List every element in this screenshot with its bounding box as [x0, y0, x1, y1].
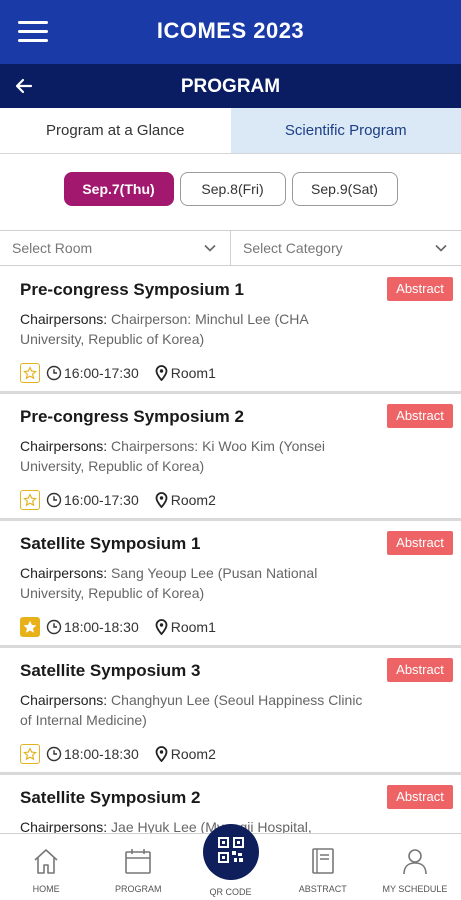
- session-list: Pre-congress Symposium 1 Chairpersons: C…: [0, 267, 461, 833]
- tab-program-at-a-glance[interactable]: Program at a Glance: [0, 108, 231, 153]
- abstract-button[interactable]: Abstract: [387, 277, 453, 301]
- session-chairpersons: Chairpersons: Sang Yeoup Lee (Pusan Nati…: [20, 563, 365, 603]
- chairpersons-label: Chairpersons:: [20, 438, 108, 454]
- session-chairpersons: Chairpersons: Changhyun Lee (Seoul Happi…: [20, 690, 365, 730]
- clock-icon: [46, 365, 62, 381]
- select-category-label: Select Category: [243, 240, 343, 256]
- nav-program-label: PROGRAM: [115, 884, 162, 894]
- qr-code-icon: [217, 837, 244, 863]
- chevron-down-icon: [204, 244, 216, 252]
- nav-home[interactable]: HOME: [0, 834, 92, 900]
- day-button-sep9[interactable]: Sep.9(Sat): [291, 172, 398, 206]
- session-time: 18:00-18:30: [64, 746, 139, 762]
- session-chairpersons: Chairpersons: Chairpersons: Ki Woo Kim (…: [20, 436, 365, 476]
- program-tabs: Program at a Glance Scientific Program: [0, 108, 461, 154]
- session-room: Room2: [170, 492, 216, 508]
- clock-icon: [46, 619, 62, 635]
- qr-code-button[interactable]: [202, 824, 259, 880]
- app-header: ICOMES 2023: [0, 0, 461, 64]
- location-pin-icon: [155, 746, 168, 762]
- session-room: Room1: [170, 619, 216, 635]
- select-room-label: Select Room: [12, 240, 93, 256]
- chairpersons-label: Chairpersons:: [20, 819, 108, 833]
- session-card[interactable]: Satellite Symposium 1 Chairpersons: Sang…: [0, 521, 461, 648]
- session-room: Room1: [170, 365, 216, 381]
- select-room-dropdown[interactable]: Select Room: [0, 231, 230, 265]
- session-time: 16:00-17:30: [64, 492, 139, 508]
- session-meta: 16:00-17:30 Room2: [20, 490, 216, 510]
- nav-abstract-label: ABSTRACT: [298, 884, 347, 894]
- session-chairpersons: Chairpersons: Chairperson: Minchul Lee (…: [20, 309, 365, 349]
- chevron-down-icon: [435, 244, 447, 252]
- day-button-sep7[interactable]: Sep.7(Thu): [63, 172, 174, 206]
- chairpersons-text: Jae Hyuk Lee (Myongji Hospital,: [107, 819, 312, 833]
- session-time: 18:00-18:30: [64, 619, 139, 635]
- session-card[interactable]: Pre-congress Symposium 1 Chairpersons: C…: [0, 267, 461, 394]
- session-title: Pre-congress Symposium 1: [20, 280, 244, 299]
- location-pin-icon: [155, 492, 168, 508]
- chairpersons-label: Chairpersons:: [20, 565, 108, 581]
- select-category-dropdown[interactable]: Select Category: [230, 231, 461, 265]
- chairpersons-label: Chairpersons:: [20, 311, 108, 327]
- location-pin-icon: [155, 619, 168, 635]
- favorite-star-icon[interactable]: [20, 363, 40, 383]
- session-room: Room2: [170, 746, 216, 762]
- session-time: 16:00-17:30: [64, 365, 139, 381]
- nav-qr-code-label: QR CODE: [209, 887, 252, 897]
- abstract-button[interactable]: Abstract: [387, 658, 453, 682]
- calendar-icon: [125, 849, 152, 874]
- abstract-button[interactable]: Abstract: [387, 531, 453, 555]
- session-chairpersons: Chairpersons: Jae Hyuk Lee (Myongji Hosp…: [20, 817, 365, 833]
- chairpersons-label: Chairpersons:: [20, 692, 108, 708]
- page-header: PROGRAM: [0, 64, 461, 108]
- nav-program[interactable]: PROGRAM: [92, 834, 184, 900]
- location-pin-icon: [155, 365, 168, 381]
- filter-bar: Select Room Select Category: [0, 230, 461, 266]
- abstract-button[interactable]: Abstract: [387, 785, 453, 809]
- person-icon: [403, 849, 427, 875]
- session-title: Satellite Symposium 3: [20, 661, 201, 680]
- session-meta: 18:00-18:30 Room1: [20, 617, 216, 637]
- session-title: Satellite Symposium 2: [20, 788, 201, 807]
- tab-scientific-program[interactable]: Scientific Program: [230, 108, 461, 153]
- session-card[interactable]: Satellite Symposium 3 Chairpersons: Chan…: [0, 648, 461, 775]
- app-title: ICOMES 2023: [156, 18, 305, 43]
- page-title: PROGRAM: [180, 76, 281, 97]
- nav-my-schedule-label: MY SCHEDULE: [382, 884, 448, 894]
- session-title: Pre-congress Symposium 2: [20, 407, 244, 426]
- nav-abstract[interactable]: ABSTRACT: [277, 834, 369, 900]
- clock-icon: [46, 492, 62, 508]
- book-icon: [311, 848, 334, 874]
- clock-icon: [46, 746, 62, 762]
- abstract-button[interactable]: Abstract: [387, 404, 453, 428]
- favorite-star-icon[interactable]: [20, 744, 40, 764]
- nav-my-schedule[interactable]: MY SCHEDULE: [369, 834, 461, 900]
- day-button-sep8[interactable]: Sep.8(Fri): [179, 172, 286, 206]
- session-card[interactable]: Pre-congress Symposium 2 Chairpersons: C…: [0, 394, 461, 521]
- favorite-star-icon[interactable]: [20, 617, 40, 637]
- nav-qr-code[interactable]: QR CODE: [184, 824, 276, 900]
- day-selector: Sep.7(Thu) Sep.8(Fri) Sep.9(Sat): [0, 172, 461, 208]
- bottom-navigation: HOME PROGRAM QR CODE ABSTRACT MY SCHEDUL…: [0, 824, 461, 900]
- home-icon: [34, 849, 58, 874]
- nav-home-label: HOME: [32, 884, 60, 894]
- session-meta: 16:00-17:30 Room1: [20, 363, 216, 383]
- session-title: Satellite Symposium 1: [20, 534, 201, 553]
- favorite-star-icon[interactable]: [20, 490, 40, 510]
- session-meta: 18:00-18:30 Room2: [20, 744, 216, 764]
